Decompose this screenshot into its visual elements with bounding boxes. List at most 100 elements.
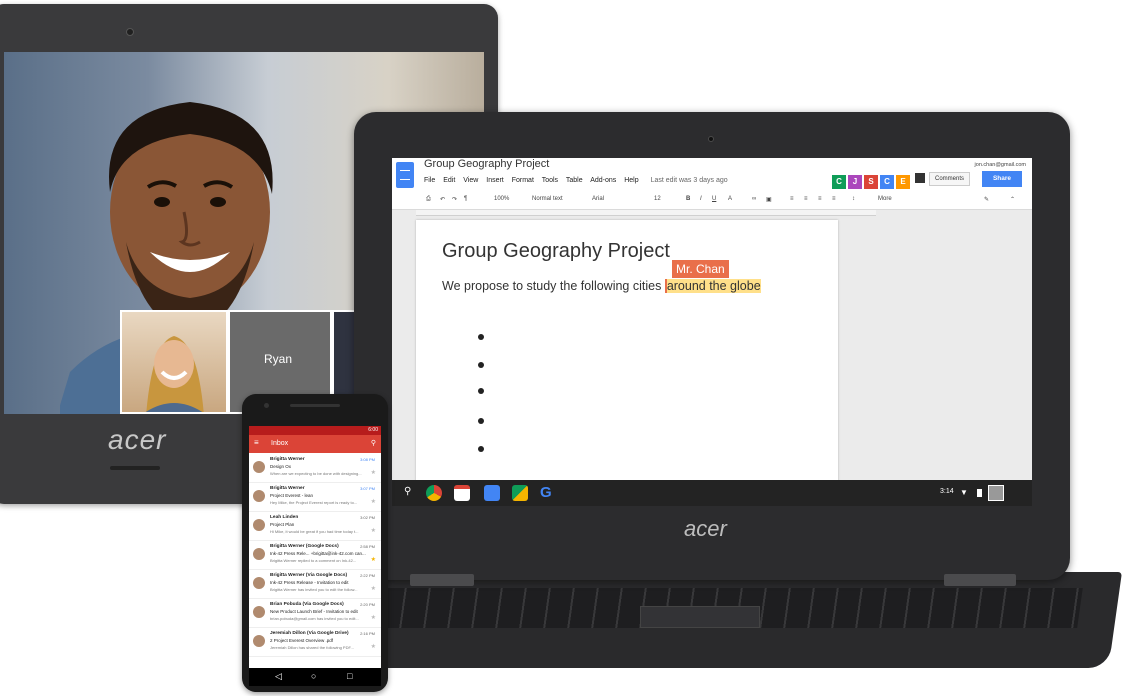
more-button[interactable]: More [878,196,892,202]
justify-icon[interactable]: ≡ [832,196,836,202]
zoom-select[interactable]: 100% [494,196,509,202]
bullet-point[interactable] [478,418,484,424]
text-color-icon[interactable]: A [728,196,732,202]
search-icon[interactable]: ⚲ [371,439,376,447]
email-time: 3:08 PM [360,457,375,462]
participant-thumbnail[interactable] [120,310,228,414]
battery-icon[interactable] [977,489,982,497]
bullet-point[interactable] [478,362,484,368]
document-paragraph[interactable]: We propose to study the following cities… [442,279,761,293]
bold-icon[interactable]: B [686,196,690,202]
email-row[interactable]: Brigitta Werner (Google Docs) Ink-42 Pres… [249,541,381,570]
print-icon[interactable]: ⎙ [426,196,431,203]
menu-format[interactable]: Format [512,177,534,184]
laptop-hinge [944,574,1016,586]
align-left-icon[interactable]: ≡ [790,196,794,202]
link-icon[interactable]: ∞ [752,196,756,202]
calendar-icon[interactable] [484,485,500,501]
os-shelf: ⚲ G 3:14 ▼ [392,480,1032,506]
email-row[interactable]: Brigitta Werner Project Everest - lean Hey… [249,483,381,512]
google-docs-icon[interactable] [396,162,414,188]
bullet-point[interactable] [478,334,484,340]
line-spacing-icon[interactable]: ↕ [852,196,855,202]
star-icon[interactable]: ★ [371,527,376,534]
email-row[interactable]: Brigitta Werner (Via Google Docs) Ink-42 … [249,570,381,599]
menu-insert[interactable]: Insert [486,177,504,184]
align-right-icon[interactable]: ≡ [818,196,822,202]
comments-button[interactable]: Comments [929,172,971,186]
collaborator-avatar[interactable]: E [896,175,910,189]
gmail-icon[interactable] [454,485,470,501]
bullet-point[interactable] [478,446,484,452]
star-icon[interactable]: ★ [371,585,376,592]
email-row[interactable]: Brigitta Werner Design Ox When are we expe… [249,454,381,483]
menu-table[interactable]: Table [566,177,583,184]
sender-avatar [253,461,265,473]
collapse-icon[interactable]: ⌃ [1010,196,1015,203]
paint-format-icon[interactable]: ¶ [464,196,467,202]
sender-avatar [253,635,265,647]
star-icon[interactable]: ★ [371,614,376,621]
paragraph-text[interactable]: We propose to study the following cities [442,279,665,293]
search-icon[interactable]: ⚲ [404,486,420,502]
collaborator-avatar[interactable]: C [832,175,846,189]
font-select[interactable]: Arial [592,196,604,202]
email-subject: 2 Project Everest Overview .pdf [270,638,334,643]
undo-icon[interactable]: ↶ [440,196,445,203]
email-row[interactable]: Brian Pobuda (Via Google Docs) New Produc… [249,599,381,628]
sender-avatar [253,548,265,560]
document-title[interactable]: Group Geography Project [424,158,549,170]
collaborator-avatar[interactable]: C [880,175,894,189]
account-email[interactable]: jon.chan@gmail.com [975,162,1026,168]
email-snippet: Brigitta Werner replied to a comment on … [270,558,357,563]
avatar[interactable] [988,485,1004,501]
last-edit-status[interactable]: Last edit was 3 days ago [651,177,728,184]
wifi-icon[interactable]: ▼ [960,488,968,497]
menu-icon[interactable]: ≡ [254,439,259,447]
font-size-select[interactable]: 12 [654,196,661,202]
app-bar: ≡ Inbox ⚲ [249,435,381,453]
star-icon[interactable]: ★ [371,469,376,476]
menu-add-ons[interactable]: Add-ons [590,177,616,184]
style-select[interactable]: Normal text [532,196,563,202]
chrome-icon[interactable] [426,485,442,501]
menu-edit[interactable]: Edit [443,177,455,184]
back-icon[interactable]: ◁ [275,671,282,682]
collaborator-avatar[interactable]: J [848,175,862,189]
clock[interactable]: 3:14 [940,488,954,495]
home-icon[interactable]: ○ [311,671,316,681]
star-icon[interactable]: ★ [371,643,376,650]
collaborator-avatar[interactable]: S [864,175,878,189]
ruler[interactable] [416,210,876,216]
google-icon[interactable]: G [540,485,556,501]
comment-icon[interactable]: ▣ [766,196,772,203]
menu-file[interactable]: File [424,177,435,184]
email-row[interactable]: Jeremiah Dillon (Via Google Drive) 2 Proj… [249,628,381,657]
redo-icon[interactable]: ↷ [452,196,457,203]
star-icon[interactable]: ★ [371,556,376,563]
sender-avatar [253,606,265,618]
star-icon[interactable]: ★ [371,498,376,505]
recents-icon[interactable]: □ [347,671,352,681]
menu-view[interactable]: View [463,177,478,184]
email-time: 2:58 PM [360,544,375,549]
participant-avatar [145,336,204,412]
underline-icon[interactable]: U [712,196,716,202]
collaborator-selection[interactable]: around the globe [664,279,761,293]
webcam-icon [126,28,134,36]
menu-help[interactable]: Help [624,177,638,184]
trackpad [640,606,760,628]
bullet-point[interactable] [478,388,484,394]
chat-icon[interactable] [915,173,925,183]
pen-icon[interactable]: ✎ [984,196,989,203]
document-heading[interactable]: Group Geography Project [442,240,670,263]
maps-icon[interactable] [512,485,528,501]
menu-tools[interactable]: Tools [542,177,558,184]
document-page[interactable]: Group Geography Project Mr. Chan We prop… [416,220,838,506]
italic-icon[interactable]: I [700,196,702,202]
email-sender: Brigitta Werner [270,457,305,462]
email-time: 2:22 PM [360,573,375,578]
align-center-icon[interactable]: ≡ [804,196,808,202]
email-row[interactable]: Leah Linden Project Plan Hi Mike, it would… [249,512,381,541]
share-button[interactable]: Share [982,171,1022,187]
